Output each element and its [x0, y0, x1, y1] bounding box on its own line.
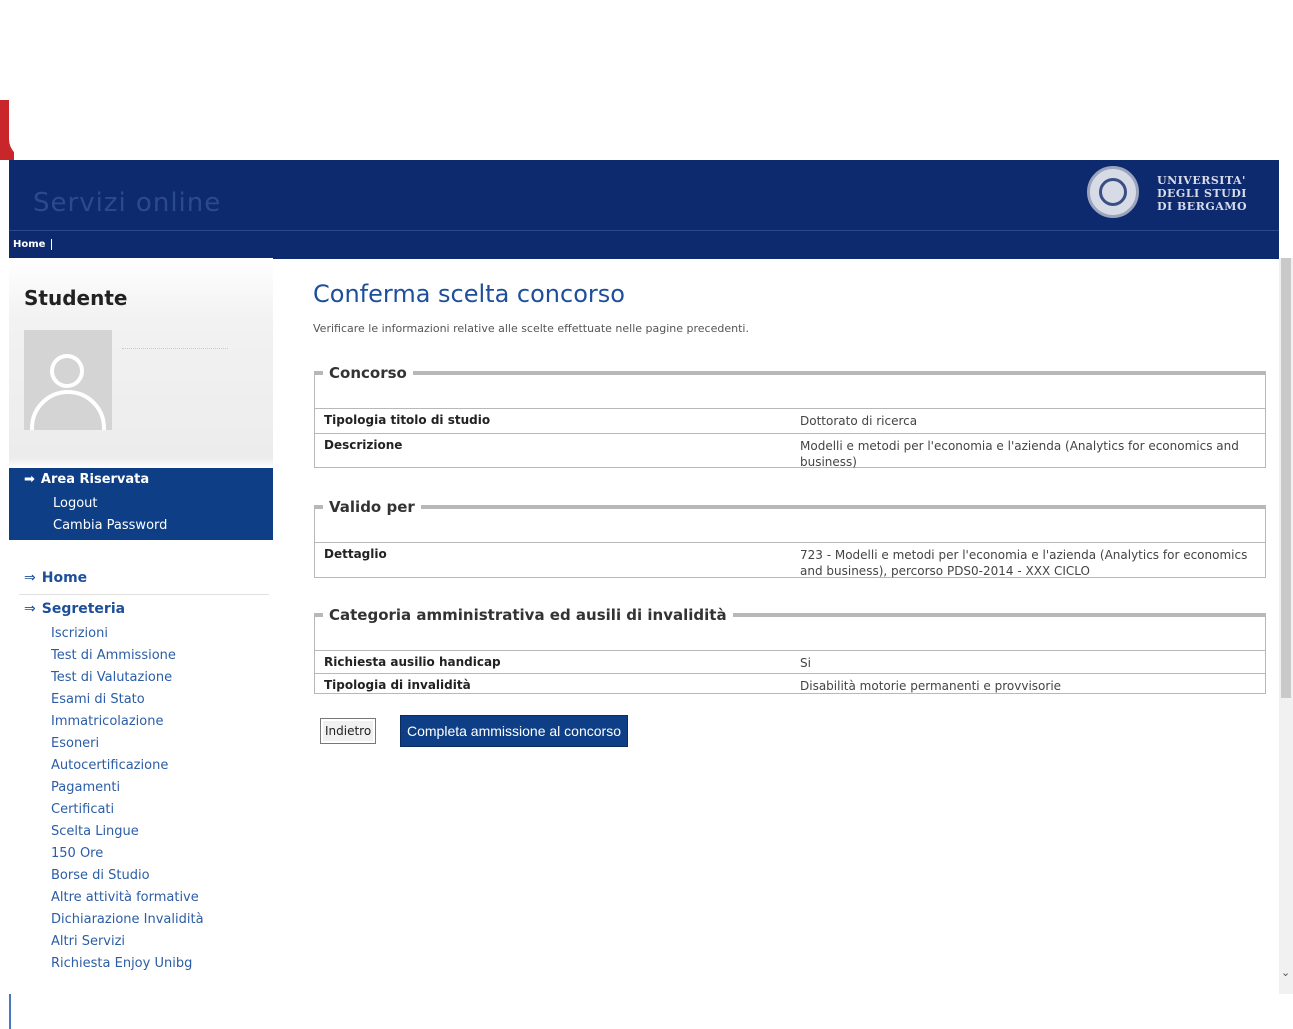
row-value: 723 - Modelli e metodi per l'economia e …: [800, 548, 1248, 578]
table-row: Richiesta ausilio handicap Si: [315, 650, 1265, 673]
row-value: Si: [800, 656, 811, 670]
arrow-right-icon: ⇒: [24, 570, 36, 586]
sidebar-segreteria-label: Segreteria: [41, 601, 126, 617]
area-riservata-title: ➡ Area Riservata: [24, 472, 149, 487]
section-valido-per-legend: Valido per: [323, 498, 421, 516]
section-concorso-legend: Concorso: [323, 364, 413, 382]
sidebar-item-enjoy-unibg[interactable]: Richiesta Enjoy Unibg: [51, 956, 192, 971]
university-seal-icon: [1087, 166, 1139, 218]
chevron-down-icon[interactable]: ⌄: [1281, 966, 1290, 979]
logo-line-1: UNIVERSITA': [1157, 174, 1246, 187]
sidebar: Studente ➡ Area Riservata Logout Cambia P…: [9, 258, 273, 994]
table-row: Dettaglio 723 - Modelli e metodi per l'e…: [315, 542, 1265, 581]
nav-home-link[interactable]: Home: [13, 239, 53, 250]
sidebar-item-pagamenti[interactable]: Pagamenti: [51, 780, 120, 795]
area-riservata-box: ➡ Area Riservata Logout Cambia Password: [9, 468, 273, 540]
section-categoria-amministrativa: Categoria amministrativa ed ausili di in…: [314, 606, 1266, 694]
row-key: Descrizione: [324, 438, 403, 452]
blank-bottom-panel: [9, 994, 1293, 1029]
sidebar-item-150-ore[interactable]: 150 Ore: [51, 846, 103, 861]
sidebar-item-autocertificazione[interactable]: Autocertificazione: [51, 758, 168, 773]
site-title: Servizi online: [33, 188, 222, 218]
table-row: Tipologia titolo di studio Dottorato di …: [315, 408, 1265, 433]
avatar-head-icon: [50, 354, 84, 388]
section-categoria-legend: Categoria amministrativa ed ausili di in…: [323, 606, 733, 624]
sidebar-item-altre-attivita[interactable]: Altre attività formative: [51, 890, 199, 905]
sidebar-item-esoneri[interactable]: Esoneri: [51, 736, 99, 751]
back-button[interactable]: Indietro: [320, 718, 377, 744]
logout-link[interactable]: Logout: [53, 496, 98, 511]
sidebar-item-esami-stato[interactable]: Esami di Stato: [51, 692, 145, 707]
logo-line-3: DI BERGAMO: [1157, 200, 1248, 213]
sidebar-item-certificati[interactable]: Certificati: [51, 802, 114, 817]
table-row: Descrizione Modelli e metodi per l'econo…: [315, 433, 1265, 472]
blank-top-panel: [9, 9, 1293, 159]
sidebar-item-altri-servizi[interactable]: Altri Servizi: [51, 934, 125, 949]
sidebar-item-iscrizioni[interactable]: Iscrizioni: [51, 626, 108, 641]
sidebar-item-borse-studio[interactable]: Borse di Studio: [51, 868, 150, 883]
row-value: Disabilità motorie permanenti e provviso…: [800, 679, 1062, 693]
complete-admission-button[interactable]: Completa ammissione al concorso: [400, 715, 628, 747]
sidebar-segreteria-link[interactable]: ⇒ Segreteria: [24, 601, 125, 617]
scrollbar-thumb[interactable]: [1281, 258, 1291, 698]
sidebar-home-link[interactable]: ⇒ Home: [24, 570, 87, 586]
sidebar-divider: [19, 594, 269, 595]
page-subtitle: Verificare le informazioni relative alle…: [313, 322, 749, 335]
row-key: Tipologia di invalidità: [324, 678, 471, 692]
top-navbar: Home: [9, 230, 1279, 259]
sidebar-home-label: Home: [41, 570, 88, 586]
page-title: Conferma scelta concorso: [313, 280, 625, 308]
sidebar-item-test-valutazione[interactable]: Test di Valutazione: [51, 670, 172, 685]
logo-line-2: DEGLI STUDI: [1157, 187, 1247, 200]
row-key: Dettaglio: [324, 547, 387, 561]
row-key: Tipologia titolo di studio: [324, 413, 491, 427]
row-value: Dottorato di ricerca: [800, 414, 918, 428]
cambia-password-link[interactable]: Cambia Password: [53, 518, 167, 533]
section-concorso: Concorso Tipologia titolo di studio Dott…: [314, 364, 1266, 469]
area-riservata-label: Area Riservata: [40, 472, 150, 487]
sidebar-item-immatricolazione[interactable]: Immatricolazione: [51, 714, 164, 729]
sidebar-item-test-ammissione[interactable]: Test di Ammissione: [51, 648, 176, 663]
avatar: [24, 330, 112, 430]
site-header: Servizi online UNIVERSITA' DEGLI STUDI D…: [9, 160, 1279, 230]
sidebar-item-dichiarazione-invalidita[interactable]: Dichiarazione Invalidità: [51, 912, 204, 927]
row-key: Richiesta ausilio handicap: [324, 655, 501, 669]
vertical-scrollbar[interactable]: ⌄: [1279, 258, 1293, 994]
sidebar-item-scelta-lingue[interactable]: Scelta Lingue: [51, 824, 139, 839]
university-logo-text: UNIVERSITA' DEGLI STUDI DI BERGAMO: [1157, 174, 1267, 213]
student-name-placeholder: [122, 340, 228, 349]
arrow-right-icon: ⇒: [24, 601, 36, 617]
sidebar-title: Studente: [24, 286, 128, 310]
avatar-body-icon: [30, 390, 106, 430]
table-row: Tipologia di invalidità Disabilità motor…: [315, 673, 1265, 696]
row-value: Modelli e metodi per l'economia e l'azie…: [800, 439, 1239, 469]
section-valido-per: Valido per Dettaglio 723 - Modelli e met…: [314, 498, 1266, 578]
arrow-right-icon: ➡: [24, 472, 35, 487]
